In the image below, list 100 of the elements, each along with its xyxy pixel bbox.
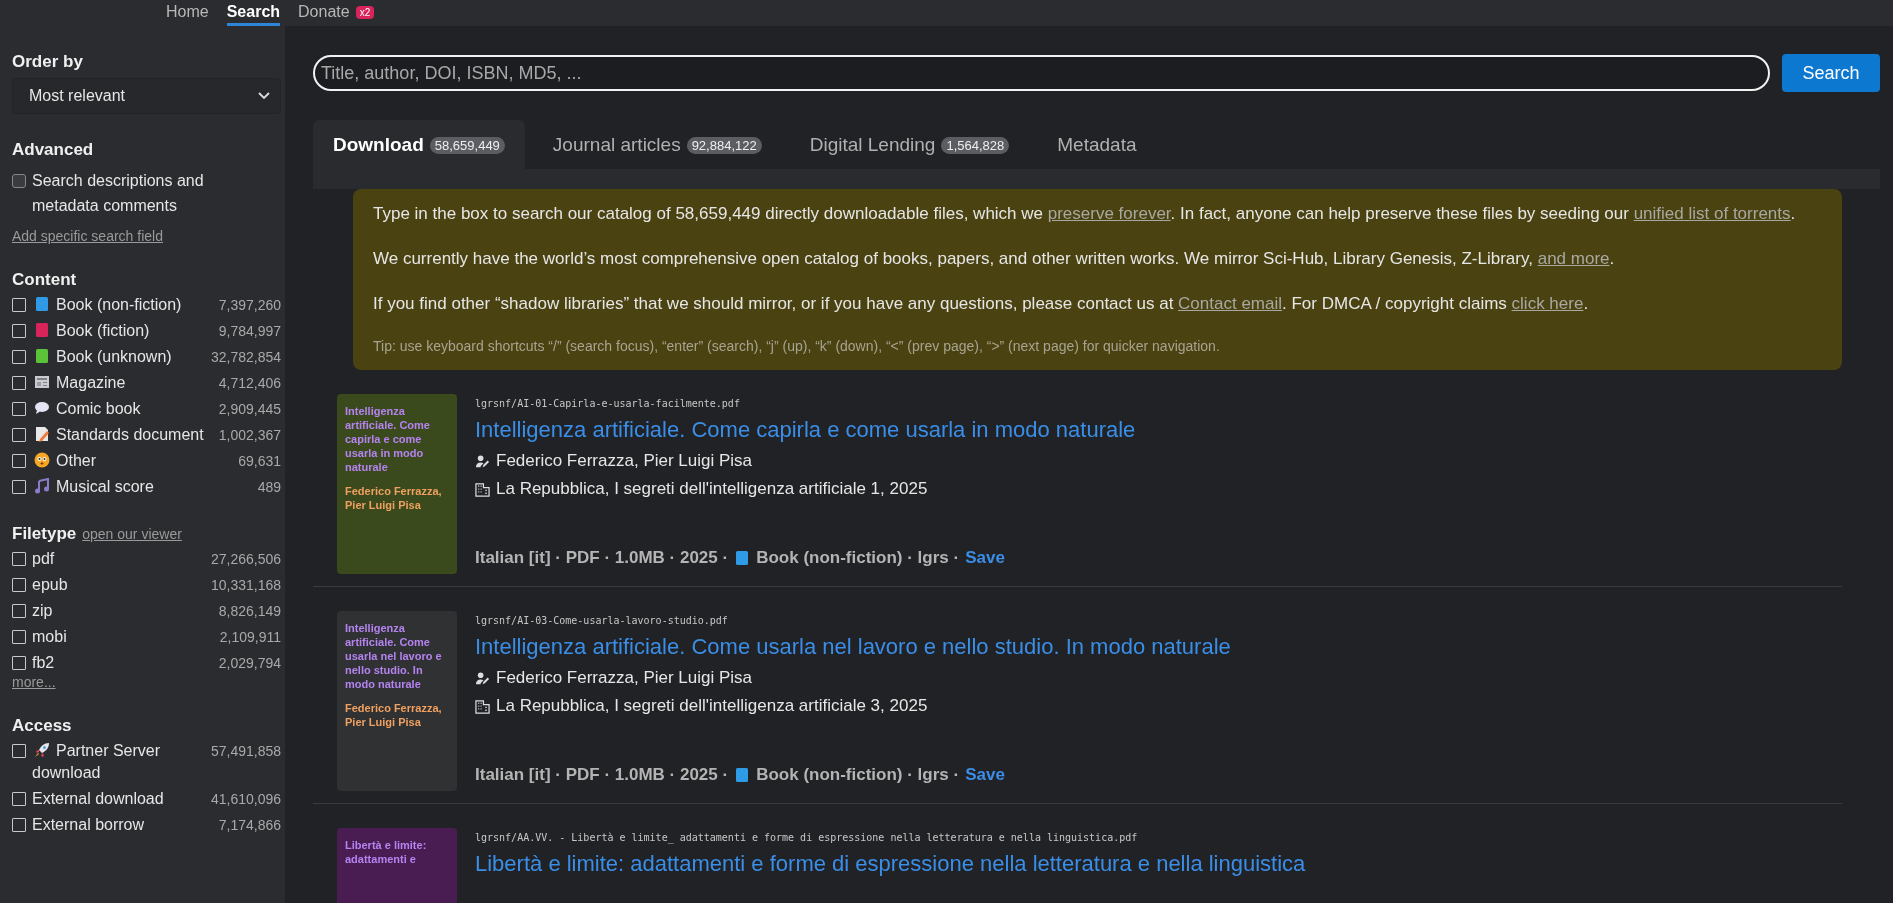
face-icon <box>34 452 50 468</box>
filter-label: Comic book <box>32 398 215 420</box>
section-heading: Filetype <box>12 524 77 544</box>
count-badge: x2 <box>355 5 375 19</box>
filter-label: External download <box>32 789 165 809</box>
section-heading: Access <box>12 716 73 736</box>
book-cover[interactable]: Libertà e limite: adattamenti e <box>337 828 457 903</box>
filter-label: Other <box>32 450 235 472</box>
filter-count: 2,109,911 <box>219 628 281 647</box>
checkbox[interactable] <box>12 818 26 832</box>
book-cover[interactable]: Intelligenza artificiale. Come usarla nel lavoro e nello studio. In modo naturale Federico Ferrazza, Pier Luigi Pisa <box>337 611 457 791</box>
nav-link[interactable]: Donate x2 <box>298 3 375 26</box>
checkbox[interactable] <box>12 428 26 442</box>
file-meta: Italian [it] · PDF · 1.0MB · 2025 · <box>475 548 729 568</box>
file-path: lgrsnf/AA.VV. - Libertà e limite_ adattamenti e forme di espressione nella letteratura e nella linguistica.pdf <box>475 832 1139 843</box>
chevron-down-icon <box>258 92 270 100</box>
book-cover[interactable]: Intelligenza artificiale. Come capirla e come usarla in modo naturale Federico Ferrazza, Pier Luigi Pisa <box>337 394 457 574</box>
checkbox[interactable] <box>12 454 26 468</box>
file-path: lgrsnf/AI-01-Capirla-e-usarla-facilmente.pdf <box>475 398 741 409</box>
checkbox[interactable] <box>12 578 26 592</box>
building-icon <box>475 481 490 497</box>
more-link[interactable]: more... <box>12 674 283 690</box>
tab[interactable]: Journal articles 92,884,122 <box>532 120 782 169</box>
checkbox[interactable] <box>12 350 26 364</box>
checkbox[interactable] <box>12 324 26 338</box>
book-icon <box>734 550 751 566</box>
text-link[interactable]: and more <box>1537 249 1610 268</box>
music-notes-icon <box>34 478 50 494</box>
viewer-link[interactable]: open our viewer <box>82 526 182 542</box>
search-field[interactable]: Title, author, DOI, ISBN, MD5, ... <box>313 55 1770 91</box>
checkbox[interactable] <box>12 480 26 494</box>
publisher-text: La Repubblica, I segreti dell'intelligenza artificiale 1, 2025 <box>496 479 928 499</box>
cover-title: Intelligenza artificiale. Come usarla nel lavoro e nello studio. In modo naturale <box>345 621 443 691</box>
author-text: Federico Ferrazza, Pier Luigi Pisa <box>496 451 753 471</box>
publisher-text: La Repubblica, I segreti dell'intelligenza artificiale 3, 2025 <box>496 696 928 716</box>
checkbox[interactable] <box>12 174 26 188</box>
checkbox[interactable] <box>12 402 26 416</box>
filter-label: External borrow <box>32 815 146 835</box>
filter-label: Partner Server download <box>32 741 162 783</box>
section-heading: Content <box>12 270 78 290</box>
filter-label: pdf <box>32 549 56 569</box>
file-meta: Italian [it] · PDF · 1.0MB · 2025 · <box>475 765 729 785</box>
filter-label: zip <box>32 601 54 621</box>
filter-count: 7,397,260 <box>218 296 281 315</box>
section-heading: Order by <box>12 52 84 72</box>
text-link[interactable]: preserve forever <box>1047 204 1171 223</box>
filter-label: epub <box>32 575 69 595</box>
cover-title: Intelligenza artificiale. Come capirla e come usarla in modo naturale <box>345 404 431 474</box>
cover-author: Federico Ferrazza, Pier Luigi Pisa <box>345 701 443 729</box>
checkbox[interactable] <box>12 792 26 806</box>
filter-count: 9,784,997 <box>218 322 281 341</box>
newspaper-icon <box>34 374 50 390</box>
search-button[interactable]: Search <box>1782 54 1880 92</box>
tab[interactable]: Metadata <box>1037 120 1157 169</box>
count-badge: 1,564,828 <box>941 136 1010 154</box>
result-title[interactable]: Intelligenza artificiale. Come capirla e come usarla in modo naturale <box>475 417 1136 443</box>
info-text: If you find other “shadow libraries” that we should mirror, or if you have any questions, please contact us at Contact email. For DMCA / copyright claims click here. <box>373 293 1590 315</box>
text-link[interactable]: Contact email <box>1178 294 1283 313</box>
filter-count: 10,331,168 <box>210 576 281 595</box>
filter-label: mobi <box>32 627 68 647</box>
tab[interactable]: Download 58,659,449 <box>313 120 525 169</box>
cover-author: Federico Ferrazza, Pier Luigi Pisa <box>345 484 443 512</box>
filter-label: Musical score <box>32 476 254 498</box>
speech-bubble-icon <box>34 400 50 416</box>
checkbox[interactable] <box>12 376 26 390</box>
filter-count: 41,610,096 <box>210 790 281 809</box>
filter-count: 57,491,858 <box>210 742 281 761</box>
building-icon <box>475 698 490 714</box>
nav-link[interactable]: Home <box>166 3 209 26</box>
tip-text: Tip: use keyboard shortcuts “/” (search focus), “enter” (search), “j” (up), “k” (down), “<” (prev page), “>” (next page) for quicker navigation. <box>373 338 1221 354</box>
text-link[interactable]: unified list of torrents <box>1633 204 1791 223</box>
checkbox[interactable] <box>12 630 26 644</box>
save-link[interactable]: Save <box>965 765 1005 785</box>
info-text: Type in the box to search our catalog of 58,659,449 directly downloadable files, which we preserve forever. In fact, anyone can help preserve these files by seeding our unified list of torrents. <box>373 203 1797 225</box>
result-title[interactable]: Libertà e limite: adattamenti e forme di espressione nella letteratura e nella linguistica <box>475 851 1306 877</box>
count-badge: 92,884,122 <box>686 136 762 154</box>
save-link[interactable]: Save <box>965 548 1005 568</box>
checkbox[interactable] <box>12 744 26 758</box>
result-title[interactable]: Intelligenza artificiale. Come usarla nel lavoro e nello studio. In modo naturale <box>475 634 1231 660</box>
checkbox[interactable] <box>12 552 26 566</box>
person-pen-icon <box>475 453 490 469</box>
rocket-icon <box>34 742 50 758</box>
filter-count: 32,782,854 <box>210 348 281 367</box>
filter-label: Book (non-fiction) <box>32 294 215 316</box>
file-path: lgrsnf/AI-03-Come-usarla-lavoro-studio.pdf <box>475 615 729 626</box>
author-text: Federico Ferrazza, Pier Luigi Pisa <box>496 668 753 688</box>
text-link[interactable]: click here <box>1511 294 1584 313</box>
checkbox[interactable] <box>12 298 26 312</box>
person-pen-icon <box>475 670 490 686</box>
cover-title: Libertà e limite: adattamenti e <box>345 838 428 866</box>
book-icon <box>734 767 751 783</box>
filter-count: 1,002,367 <box>218 426 281 445</box>
filter-count: 2,909,445 <box>218 400 281 419</box>
order-select[interactable]: Most relevant <box>12 78 281 114</box>
tab[interactable]: Digital Lending 1,564,828 <box>789 120 1030 169</box>
add-field-link[interactable]: Add specific search field <box>12 228 283 244</box>
filter-count: 489 <box>257 478 281 497</box>
checkbox[interactable] <box>12 604 26 618</box>
filter-count: 69,631 <box>238 452 281 471</box>
checkbox[interactable] <box>12 656 26 670</box>
